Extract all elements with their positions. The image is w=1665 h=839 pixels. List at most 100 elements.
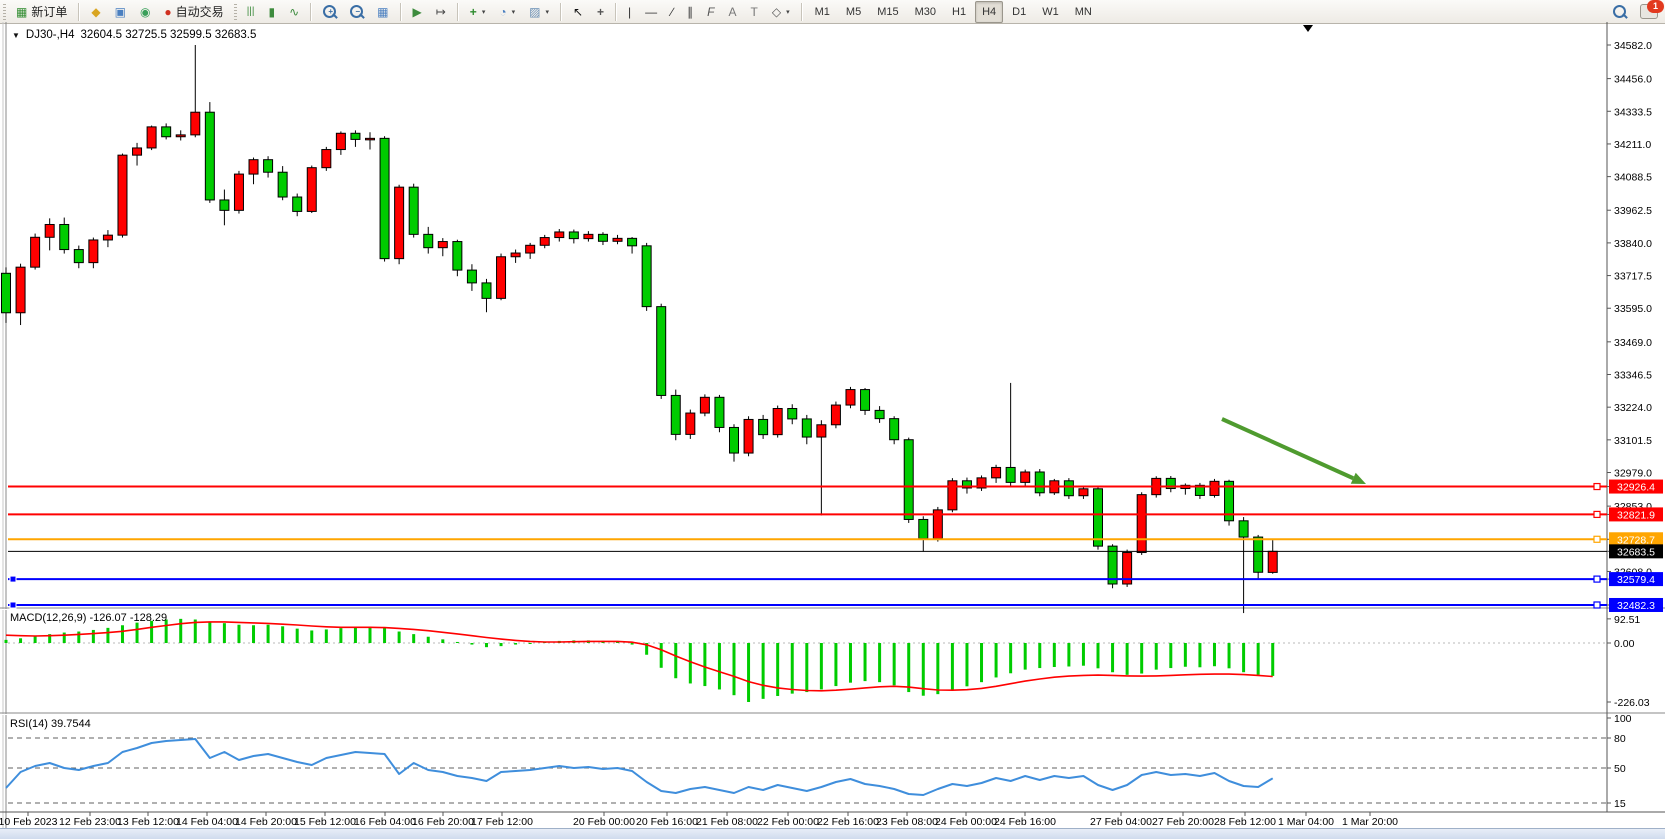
svg-text:33717.5: 33717.5 bbox=[1614, 271, 1652, 283]
time-axis[interactable]: 10 Feb 202312 Feb 23:0013 Feb 12:0014 Fe… bbox=[0, 812, 1398, 828]
svg-text:32979.0: 32979.0 bbox=[1614, 468, 1652, 480]
chart-title: DJ30-,H4 bbox=[26, 29, 75, 41]
vertical-line-button[interactable]: | bbox=[622, 1, 637, 23]
svg-text:34456.0: 34456.0 bbox=[1614, 74, 1652, 86]
tile-windows-button[interactable]: ▦ bbox=[371, 1, 394, 23]
svg-text:15 Feb 12:00: 15 Feb 12:00 bbox=[294, 816, 356, 828]
zoom-in-icon: + bbox=[323, 5, 336, 18]
signals-button[interactable]: ◉ bbox=[134, 1, 156, 23]
notifications-button[interactable]: 1 bbox=[1634, 1, 1664, 23]
new-order-button[interactable]: ▦ 新订单 bbox=[10, 1, 73, 23]
horizontal-line-button[interactable]: — bbox=[639, 1, 663, 23]
dropdown-caret-icon: ▾ bbox=[482, 8, 486, 16]
line-chart-button[interactable]: ∿ bbox=[283, 1, 305, 23]
svg-text:33962.5: 33962.5 bbox=[1614, 205, 1652, 217]
dropdown-caret-icon: ▾ bbox=[545, 8, 549, 16]
auto-scroll-button[interactable]: ▶ bbox=[407, 1, 428, 23]
zoom-out-button[interactable]: − bbox=[344, 1, 369, 23]
text-label-button[interactable]: T bbox=[745, 1, 764, 23]
price-axis[interactable]: 34582.034456.034333.534211.034088.533962… bbox=[1607, 40, 1663, 810]
separator bbox=[801, 3, 803, 21]
svg-text:1 Mar 04:00: 1 Mar 04:00 bbox=[1278, 816, 1334, 828]
timeframe-d1-button[interactable]: D1 bbox=[1005, 1, 1033, 23]
channel-button[interactable]: ∥ bbox=[681, 1, 699, 23]
separator bbox=[310, 3, 312, 21]
cursor-icon: ↖ bbox=[573, 6, 583, 18]
toolbar-grip[interactable] bbox=[234, 4, 237, 20]
dropdown-caret-icon: ▾ bbox=[786, 8, 790, 16]
horizontal-line-objects[interactable] bbox=[8, 484, 1607, 608]
rsi-layer[interactable] bbox=[6, 739, 1273, 795]
timeframe-m30-button[interactable]: M30 bbox=[908, 1, 943, 23]
macd-layer[interactable] bbox=[5, 619, 1275, 702]
horizontal-line-icon: — bbox=[645, 6, 657, 18]
trendline-icon: ∕ bbox=[671, 6, 673, 18]
market-watch-button[interactable]: ▣ bbox=[109, 1, 132, 23]
svg-text:-226.03: -226.03 bbox=[1614, 697, 1650, 709]
text-label-icon: T bbox=[751, 6, 758, 18]
svg-text:27 Feb 20:00: 27 Feb 20:00 bbox=[1152, 816, 1214, 828]
auto-trading-button[interactable]: ● 自动交易 bbox=[158, 1, 229, 23]
line-chart-icon: ∿ bbox=[289, 6, 299, 18]
crosshair-button[interactable]: + bbox=[591, 1, 610, 23]
chart-title-caret-icon[interactable]: ▼ bbox=[12, 31, 20, 40]
indicators-diamond-icon: ◆ bbox=[91, 6, 100, 18]
svg-text:22 Feb 00:00: 22 Feb 00:00 bbox=[757, 816, 819, 828]
auto-trading-icon: ● bbox=[164, 6, 171, 18]
search-icon bbox=[1613, 5, 1626, 18]
auto-scroll-icon: ▶ bbox=[413, 6, 422, 18]
bar-chart-button[interactable]: ||| bbox=[241, 1, 261, 23]
shapes-button[interactable]: ◇▾ bbox=[766, 1, 796, 23]
svg-text:17 Feb 12:00: 17 Feb 12:00 bbox=[471, 816, 533, 828]
toolbar-grip[interactable] bbox=[3, 4, 6, 20]
svg-text:32579.4: 32579.4 bbox=[1617, 574, 1655, 586]
chart-title-row: ▼ DJ30-,H4 32604.5 32725.5 32599.5 32683… bbox=[12, 29, 256, 41]
candles-layer[interactable] bbox=[2, 45, 1278, 613]
text-button[interactable]: A bbox=[723, 1, 743, 23]
notification-badge: 1 bbox=[1647, 0, 1664, 13]
svg-text:14 Feb 04:00: 14 Feb 04:00 bbox=[176, 816, 238, 828]
candle-chart-button[interactable]: ▮ bbox=[262, 1, 281, 23]
shapes-icon: ◇ bbox=[772, 6, 781, 18]
timeframe-mn-button[interactable]: MN bbox=[1068, 1, 1099, 23]
svg-text:21 Feb 08:00: 21 Feb 08:00 bbox=[696, 816, 758, 828]
status-bar bbox=[0, 828, 1665, 839]
svg-text:23 Feb 08:00: 23 Feb 08:00 bbox=[876, 816, 938, 828]
chart-shift-button[interactable]: ↦ bbox=[430, 1, 452, 23]
indicators-button[interactable]: ◆ bbox=[85, 1, 106, 23]
search-button[interactable] bbox=[1607, 1, 1632, 23]
terminal-window: ▦ 新订单 ◆ ▣ ◉ ● 自动交易 ||| ▮ ∿ + − ▦ ▶ ↦ +▾ … bbox=[0, 0, 1665, 839]
add-indicator-button[interactable]: +▾ bbox=[464, 1, 492, 23]
chart-ohlc-values: 32604.5 32725.5 32599.5 32683.5 bbox=[81, 29, 257, 41]
zoom-out-icon: − bbox=[350, 5, 363, 18]
svg-text:32683.5: 32683.5 bbox=[1617, 546, 1655, 558]
svg-text:92.51: 92.51 bbox=[1614, 614, 1640, 626]
timeframe-h4-button[interactable]: H4 bbox=[975, 1, 1003, 23]
svg-text:12 Feb 23:00: 12 Feb 23:00 bbox=[59, 816, 121, 828]
trendline-button[interactable]: ∕ bbox=[665, 1, 679, 23]
chart-canvas[interactable]: 34582.034456.034333.534211.034088.533962… bbox=[0, 22, 1665, 839]
crosshair-icon: + bbox=[597, 6, 604, 18]
trend-arrow-object[interactable] bbox=[1222, 419, 1366, 484]
svg-text:33595.0: 33595.0 bbox=[1614, 303, 1652, 315]
svg-text:33346.5: 33346.5 bbox=[1614, 370, 1652, 382]
market-watch-icon: ▣ bbox=[115, 6, 126, 18]
bar-chart-icon: ||| bbox=[247, 7, 255, 17]
timeframe-h1-button[interactable]: H1 bbox=[945, 1, 973, 23]
timeframe-m5-button[interactable]: M5 bbox=[839, 1, 868, 23]
timeframe-m1-button[interactable]: M1 bbox=[808, 1, 837, 23]
svg-text:33101.5: 33101.5 bbox=[1614, 435, 1652, 447]
timeframe-m15-button[interactable]: M15 bbox=[870, 1, 905, 23]
svg-text:22 Feb 16:00: 22 Feb 16:00 bbox=[817, 816, 879, 828]
separator bbox=[560, 3, 562, 21]
timeframe-w1-button[interactable]: W1 bbox=[1035, 1, 1066, 23]
chat-bubble-icon: 1 bbox=[1640, 4, 1658, 19]
text-icon: A bbox=[729, 6, 737, 18]
periods-button[interactable]: ◔▾ bbox=[493, 1, 521, 23]
fibonacci-button[interactable]: F bbox=[701, 1, 720, 23]
cursor-button[interactable]: ↖ bbox=[567, 1, 589, 23]
svg-text:16 Feb 20:00: 16 Feb 20:00 bbox=[412, 816, 474, 828]
template-icon: ▨ bbox=[529, 6, 540, 18]
templates-button[interactable]: ▨▾ bbox=[523, 1, 555, 23]
zoom-in-button[interactable]: + bbox=[317, 1, 342, 23]
